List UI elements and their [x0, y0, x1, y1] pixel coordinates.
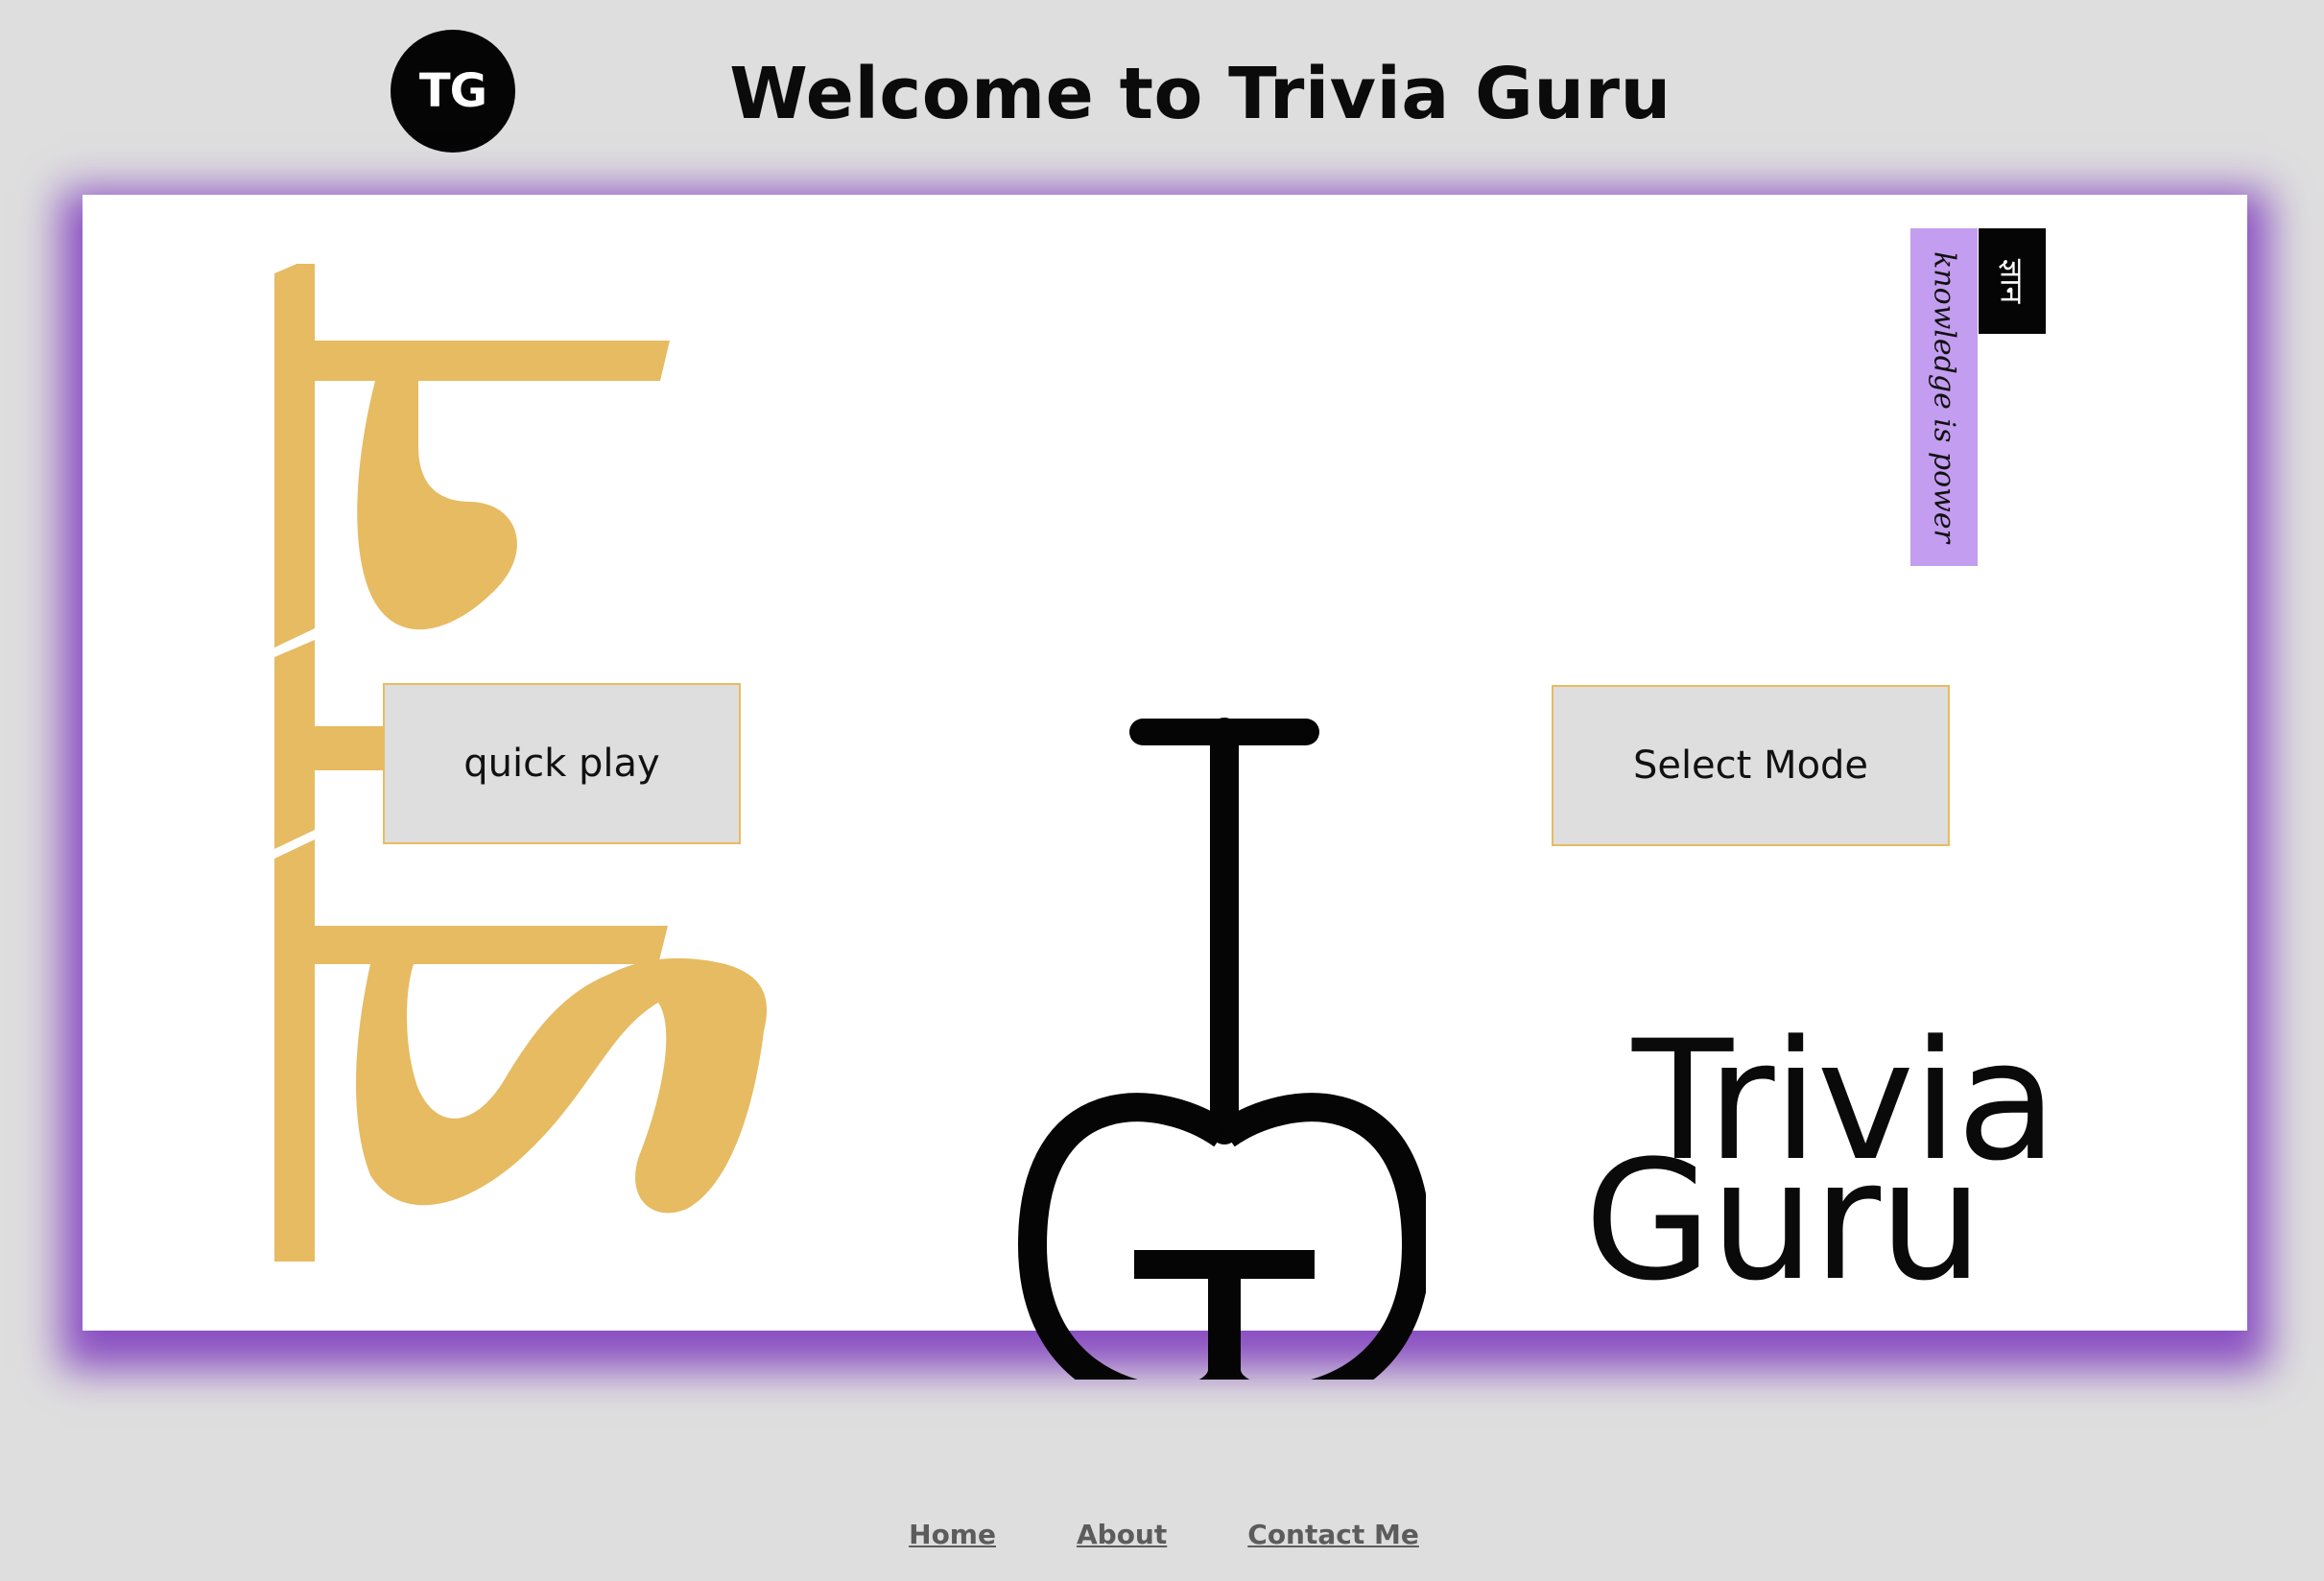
glyph-2-stem — [274, 640, 315, 849]
footer-link-about[interactable]: About — [1077, 1519, 1167, 1550]
glyph-1-hook — [357, 381, 517, 630]
select-mode-button[interactable]: Select Mode — [1552, 685, 1950, 846]
footer-link-contact[interactable]: Contact Me — [1247, 1519, 1419, 1550]
tg-monogram-icon — [1017, 718, 1426, 1380]
footer-nav: Home About Contact Me — [0, 1519, 2324, 1550]
glyph-1-stem — [274, 264, 315, 648]
quick-play-button[interactable]: quick play — [383, 683, 741, 844]
brand-wordmark: Trivia Guru — [1584, 1019, 2083, 1317]
page-title: Welcome to Trivia Guru — [729, 53, 1672, 135]
glyph-2-bar — [315, 726, 391, 770]
brand-line-guru: Guru — [1584, 1124, 1983, 1317]
main-card: quick play Select Mode knowledge is powe… — [83, 195, 2247, 1380]
glyph-3-stem — [274, 839, 315, 1262]
knowledge-tagline: knowledge is power — [1927, 251, 1961, 543]
glyph-3-bar — [315, 926, 668, 964]
glyph-3-loop — [356, 957, 768, 1214]
footer-link-home[interactable]: Home — [909, 1519, 996, 1550]
knowledge-tag: knowledge is power — [1910, 228, 1978, 566]
gyaan-tag: ज्ञान — [1979, 228, 2046, 334]
gyaan-label: ज्ञान — [1993, 258, 2030, 304]
glyph-1-bar — [315, 341, 670, 381]
